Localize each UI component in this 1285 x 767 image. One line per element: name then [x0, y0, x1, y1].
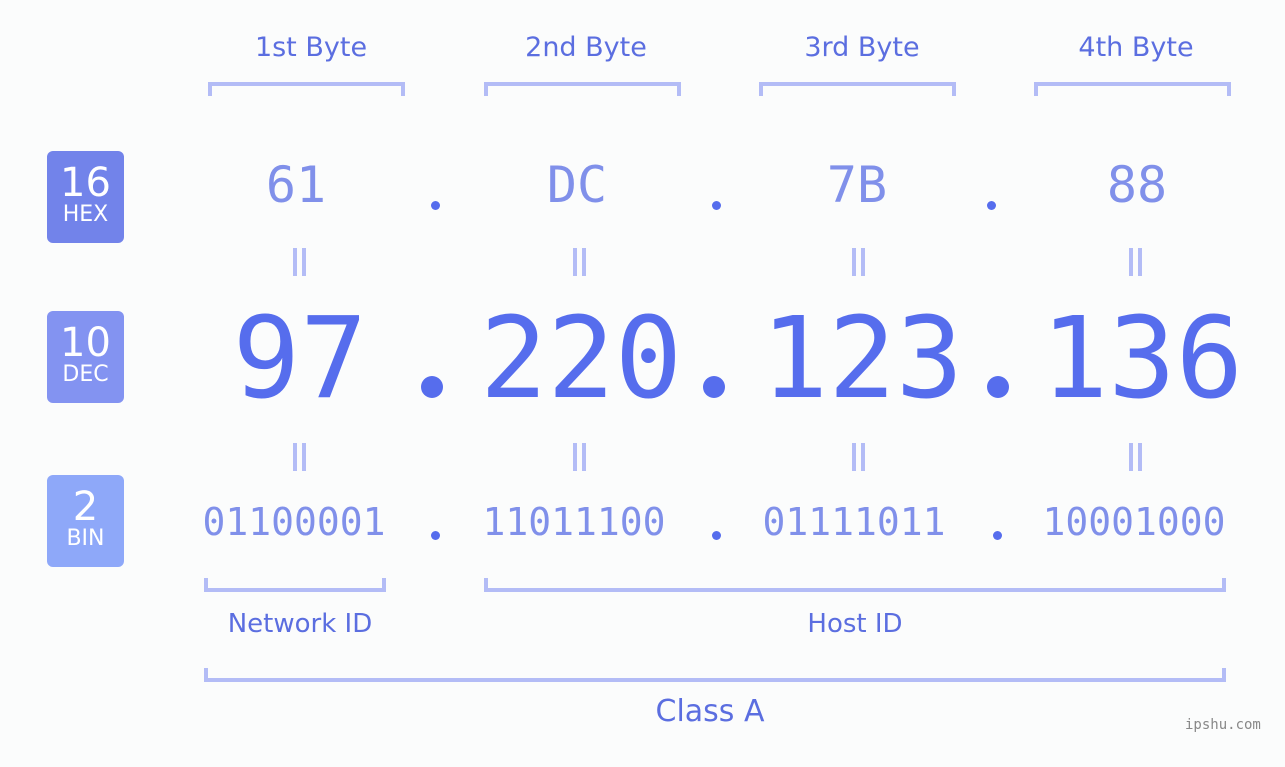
bin-badge: 2 BIN — [47, 475, 124, 567]
dec-octet-1: 97 — [232, 294, 368, 424]
equals-icon — [1129, 443, 1142, 471]
dec-separator-dot — [421, 376, 443, 398]
hex-badge: 16 HEX — [47, 151, 124, 243]
equals-icon — [293, 248, 306, 276]
network-id-label: Network ID — [227, 609, 373, 639]
dec-badge: 10 DEC — [47, 311, 124, 403]
equals-icon — [852, 443, 865, 471]
ip-class-label: Class A — [655, 694, 765, 729]
hex-separator-dot — [987, 201, 996, 210]
equals-icon — [573, 443, 586, 471]
watermark: ipshu.com — [1185, 717, 1261, 733]
dec-separator-dot — [703, 376, 725, 398]
class-bracket — [204, 668, 1226, 682]
hex-octet-4: 88 — [1106, 156, 1168, 214]
dec-separator-dot — [987, 376, 1009, 398]
byte-header-1: 1st Byte — [254, 32, 368, 63]
bin-separator-dot — [993, 531, 1002, 540]
bin-octet-3: 01111011 — [762, 500, 946, 544]
bin-base-number: 2 — [72, 484, 99, 530]
byte-bracket-1 — [208, 82, 405, 96]
hex-octet-3: 7B — [826, 156, 888, 214]
dec-base-number: 10 — [60, 320, 111, 366]
hex-base-label: HEX — [62, 202, 109, 227]
hex-octet-1: 61 — [265, 156, 327, 214]
byte-bracket-3 — [759, 82, 956, 96]
byte-header-2: 2nd Byte — [525, 32, 647, 63]
equals-icon — [573, 248, 586, 276]
hex-separator-dot — [712, 201, 721, 210]
dec-base-label: DEC — [62, 362, 109, 387]
hex-octet-2: DC — [546, 156, 608, 214]
byte-header-3: 3rd Byte — [804, 32, 920, 63]
equals-icon — [1129, 248, 1142, 276]
bin-separator-dot — [712, 531, 721, 540]
bin-octet-4: 10001000 — [1042, 500, 1226, 544]
hex-separator-dot — [431, 201, 440, 210]
bin-base-label: BIN — [66, 526, 105, 551]
bin-separator-dot — [431, 531, 440, 540]
equals-icon — [293, 443, 306, 471]
host-id-label: Host ID — [807, 609, 903, 639]
hex-base-number: 16 — [60, 160, 111, 206]
byte-bracket-2 — [484, 82, 681, 96]
byte-bracket-4 — [1034, 82, 1231, 96]
bin-octet-1: 01100001 — [202, 500, 386, 544]
equals-icon — [852, 248, 865, 276]
bin-octet-2: 11011100 — [482, 500, 666, 544]
dec-octet-2: 220 — [479, 294, 683, 424]
byte-header-4: 4th Byte — [1078, 32, 1194, 63]
dec-octet-4: 136 — [1040, 294, 1244, 424]
host-id-bracket — [484, 578, 1226, 592]
dec-octet-3: 123 — [760, 294, 964, 424]
network-id-bracket — [204, 578, 386, 592]
